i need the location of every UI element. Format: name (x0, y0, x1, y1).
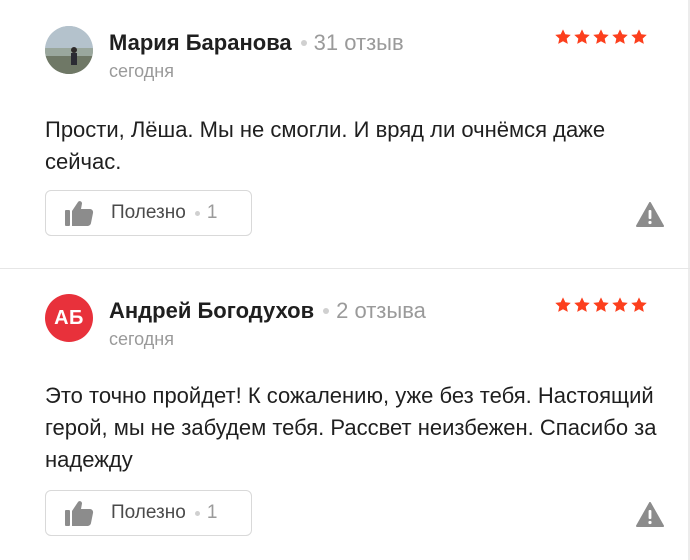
star-icon (555, 297, 571, 312)
star-icon (593, 29, 609, 44)
star-icon (631, 29, 647, 44)
helpful-label: Полезно (111, 202, 186, 223)
helpful-label: Полезно (111, 502, 186, 523)
star-icon (574, 297, 590, 312)
thumbs-up-icon (65, 501, 94, 526)
helpful-count: 1 (206, 202, 218, 223)
rating-stars (554, 296, 648, 314)
warning-icon[interactable] (636, 202, 664, 228)
review-text: Прости, Лёша. Мы не смогли. И вряд ли оч… (45, 117, 606, 174)
star-icon (612, 29, 628, 44)
author-name[interactable]: Мария Баранова (109, 30, 292, 56)
author-line: Андрей Богодухов 2 отзыва (109, 298, 426, 324)
helpful-count: 1 (206, 502, 218, 523)
author-review-count: 2 отзыва (336, 298, 426, 323)
separator-dot (300, 40, 307, 46)
review-card: АБ Андрей Богодухов 2 отзыва сегодня Это… (0, 268, 690, 560)
author-line: Мария Баранова 31 отзыв (109, 30, 404, 56)
helpful-button[interactable]: Полезно 1 (45, 490, 252, 536)
star-icon (574, 29, 590, 44)
review-date: сегодня (109, 329, 174, 349)
warning-icon[interactable] (636, 502, 664, 528)
star-icon (593, 297, 609, 312)
star-icon (612, 297, 628, 312)
author-review-count: 31 отзыв (313, 30, 404, 55)
star-icon (555, 29, 571, 44)
author-name[interactable]: Андрей Богодухов (109, 298, 314, 324)
review-text: Это точно пройдет! К сожалению, уже без … (45, 383, 657, 472)
review-date: сегодня (109, 61, 174, 81)
separator-dot (323, 308, 330, 314)
separator-dot (194, 210, 200, 216)
review-card: Мария Баранова 31 отзыв сегодня Прости, … (0, 0, 690, 268)
separator-dot (194, 510, 200, 516)
rating-stars (554, 28, 648, 46)
star-icon (631, 297, 647, 312)
avatar[interactable]: АБ (45, 294, 93, 342)
helpful-button[interactable]: Полезно 1 (45, 190, 252, 236)
thumbs-up-icon (65, 201, 94, 226)
avatar[interactable] (45, 26, 93, 74)
